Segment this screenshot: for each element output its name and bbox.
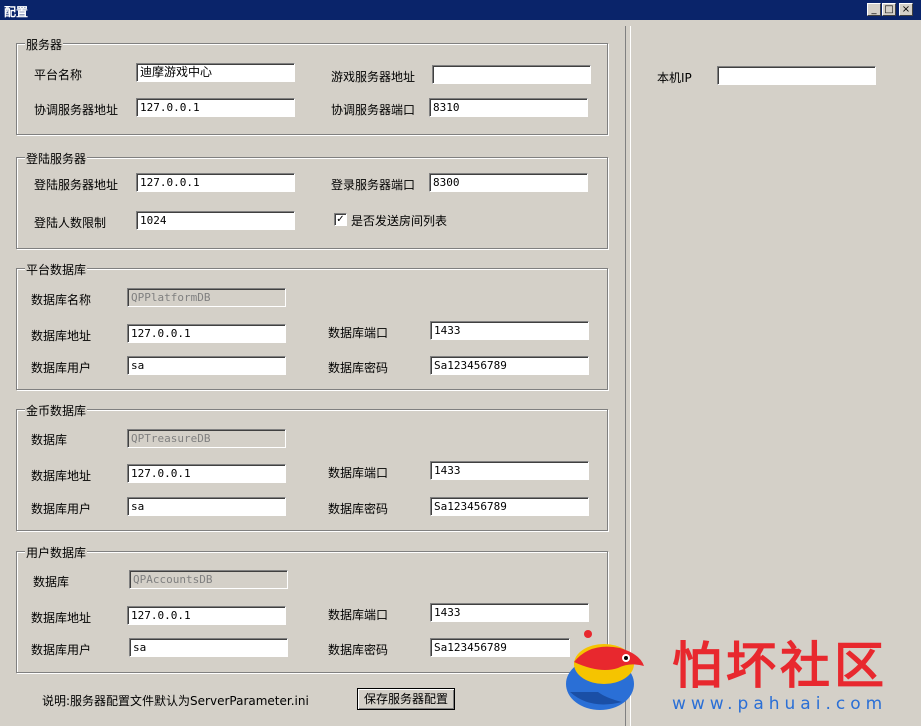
login-group-title: 登陆服务器 xyxy=(25,150,88,167)
coord-server-port-input[interactable]: 8310 xyxy=(429,98,588,117)
treasure-db-user-label: 数据库用户 xyxy=(31,502,92,516)
minimize-button[interactable]: _ xyxy=(867,3,881,16)
local-ip-input[interactable] xyxy=(717,66,876,85)
treasure-db-name-label: 数据库 xyxy=(31,433,68,447)
accounts-db-port-label: 数据库端口 xyxy=(328,608,389,622)
local-ip-label: 本机IP xyxy=(657,71,692,85)
server-group: 服务器 xyxy=(16,36,608,135)
treasure-db-port-label: 数据库端口 xyxy=(328,466,389,480)
accounts-db-password-input[interactable]: Sa123456789 xyxy=(430,638,570,657)
coord-server-port-label: 协调服务器端口 xyxy=(331,103,416,117)
treasure-db-group-title: 金币数据库 xyxy=(25,402,88,419)
platform-db-password-label: 数据库密码 xyxy=(328,361,389,375)
treasure-db-port-input[interactable]: 1433 xyxy=(430,461,589,480)
platform-db-group-title: 平台数据库 xyxy=(25,261,88,278)
accounts-db-group-title: 用户数据库 xyxy=(25,544,88,561)
accounts-db-address-input[interactable]: 127.0.0.1 xyxy=(127,606,286,625)
fish-logo-icon xyxy=(566,630,644,710)
watermark-url: www.pahuai.com xyxy=(672,694,888,714)
accounts-db-password-label: 数据库密码 xyxy=(328,643,389,657)
platform-db-name-label: 数据库名称 xyxy=(31,293,92,307)
coord-server-address-label: 协调服务器地址 xyxy=(34,103,119,117)
login-server-address-input[interactable]: 127.0.0.1 xyxy=(136,173,295,192)
close-button[interactable]: × xyxy=(899,3,913,16)
send-room-list-label: 是否发送房间列表 xyxy=(351,214,448,228)
config-note: 说明:服务器配置文件默认为ServerParameter.ini xyxy=(42,694,309,708)
title-bar: 配置 _ □ × xyxy=(0,0,921,20)
panel-splitter[interactable] xyxy=(625,26,631,726)
accounts-db-name-input: QPAccountsDB xyxy=(129,570,288,589)
platform-db-user-input[interactable]: sa xyxy=(127,356,286,375)
window-title: 配置 xyxy=(4,5,29,19)
coord-server-address-input[interactable]: 127.0.0.1 xyxy=(136,98,295,117)
login-server-address-label: 登陆服务器地址 xyxy=(34,178,119,192)
watermark: 怕坏社区 www.pahuai.com xyxy=(560,622,905,722)
platform-db-password-input[interactable]: Sa123456789 xyxy=(430,356,589,375)
login-server-port-input[interactable]: 8300 xyxy=(429,173,588,192)
accounts-db-name-label: 数据库 xyxy=(33,575,70,589)
save-server-config-button[interactable]: 保存服务器配置 xyxy=(357,688,455,710)
platform-name-label: 平台名称 xyxy=(34,68,83,82)
treasure-db-user-input[interactable]: sa xyxy=(127,497,286,516)
accounts-db-user-input[interactable]: sa xyxy=(129,638,288,657)
platform-db-port-input[interactable]: 1433 xyxy=(430,321,589,340)
platform-db-user-label: 数据库用户 xyxy=(31,361,92,375)
treasure-db-address-label: 数据库地址 xyxy=(31,469,92,483)
watermark-text: 怕坏社区 xyxy=(672,637,888,695)
login-server-port-label: 登录服务器端口 xyxy=(331,178,416,192)
accounts-db-port-input[interactable]: 1433 xyxy=(430,603,589,622)
treasure-db-address-input[interactable]: 127.0.0.1 xyxy=(127,464,286,483)
login-limit-label: 登陆人数限制 xyxy=(34,216,107,230)
platform-db-address-label: 数据库地址 xyxy=(31,329,92,343)
login-group: 登陆服务器 xyxy=(16,150,608,249)
platform-db-port-label: 数据库端口 xyxy=(328,326,389,340)
maximize-button[interactable]: □ xyxy=(882,3,896,16)
treasure-db-password-label: 数据库密码 xyxy=(328,502,389,516)
game-server-address-label: 游戏服务器地址 xyxy=(331,70,416,84)
platform-db-name-input: QPPlatformDB xyxy=(127,288,286,307)
login-limit-input[interactable]: 1024 xyxy=(136,211,295,230)
game-server-address-input[interactable] xyxy=(432,65,591,84)
accounts-db-address-label: 数据库地址 xyxy=(31,611,92,625)
platform-name-input[interactable]: 迪摩游戏中心 xyxy=(136,63,295,82)
server-group-title: 服务器 xyxy=(25,36,64,53)
treasure-db-password-input[interactable]: Sa123456789 xyxy=(430,497,589,516)
accounts-db-user-label: 数据库用户 xyxy=(31,643,92,657)
platform-db-address-input[interactable]: 127.0.0.1 xyxy=(127,324,286,343)
treasure-db-name-input: QPTreasureDB xyxy=(127,429,286,448)
send-room-list-checkbox[interactable]: ✓ xyxy=(334,213,347,226)
